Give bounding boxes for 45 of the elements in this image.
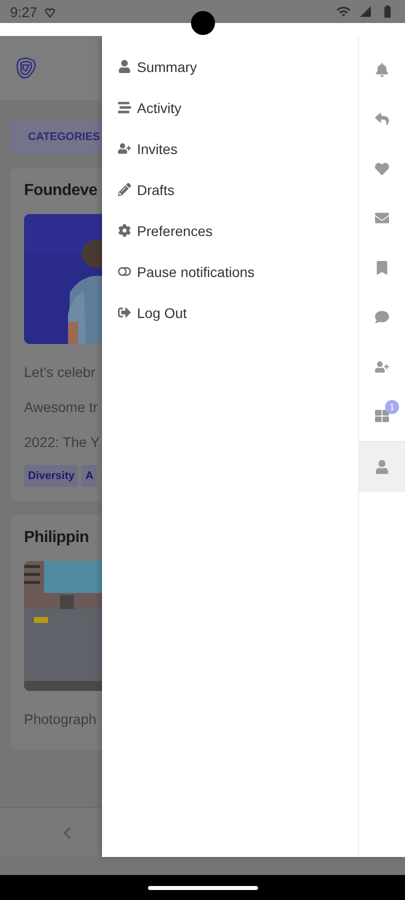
post-text: 2022: The Y [24, 432, 101, 452]
bookmark-icon [375, 260, 389, 275]
post-title: Foundeve [24, 182, 98, 200]
menu-item[interactable]: Summary [118, 46, 358, 87]
wifi-icon [336, 4, 351, 19]
post-title: Philippin [24, 529, 90, 547]
home-indicator[interactable] [148, 886, 258, 890]
pencil-icon [118, 183, 131, 196]
post-text: Photograph [24, 710, 98, 729]
toggle-icon [118, 265, 131, 278]
status-time: 9:27 [10, 4, 38, 20]
menu-label: Pause notifications [137, 264, 255, 280]
menu-label: Drafts [137, 182, 174, 198]
rail-button[interactable] [359, 441, 405, 492]
menu-item[interactable]: Activity [118, 87, 358, 128]
logo-icon [14, 56, 38, 80]
signal-icon [359, 5, 372, 18]
menu-label: Preferences [137, 222, 212, 238]
heart-icon [375, 162, 389, 176]
menu-label: Summary [137, 58, 197, 74]
menu-item[interactable]: Invites [118, 128, 358, 169]
menu-label: Invites [137, 140, 178, 156]
reply-icon [375, 112, 389, 126]
menu-label: Log Out [137, 304, 187, 320]
camera-cutout [190, 11, 214, 35]
lines-icon [118, 101, 131, 114]
heart-icon [45, 6, 56, 18]
person-icon [118, 60, 131, 73]
logout-icon [118, 306, 131, 319]
menu-item[interactable]: Log Out [118, 292, 358, 333]
add-person-icon [375, 360, 389, 374]
speech-bubble-icon [375, 310, 389, 324]
bell-icon [375, 62, 389, 77]
count-badge: 1 [385, 400, 399, 414]
menu-item[interactable]: Preferences [118, 210, 358, 251]
add-person-icon [118, 142, 131, 155]
envelope-icon [375, 211, 389, 226]
menu-item[interactable]: Drafts [118, 169, 358, 210]
grid-icon [375, 409, 389, 424]
post-text: Let’s celebr [24, 362, 96, 382]
person-icon [375, 460, 389, 474]
settings-icon [118, 224, 131, 237]
menu-label: Activity [137, 100, 182, 116]
post-text: Awesome tr [24, 398, 99, 416]
menu-item[interactable]: Pause notifications [118, 251, 358, 292]
